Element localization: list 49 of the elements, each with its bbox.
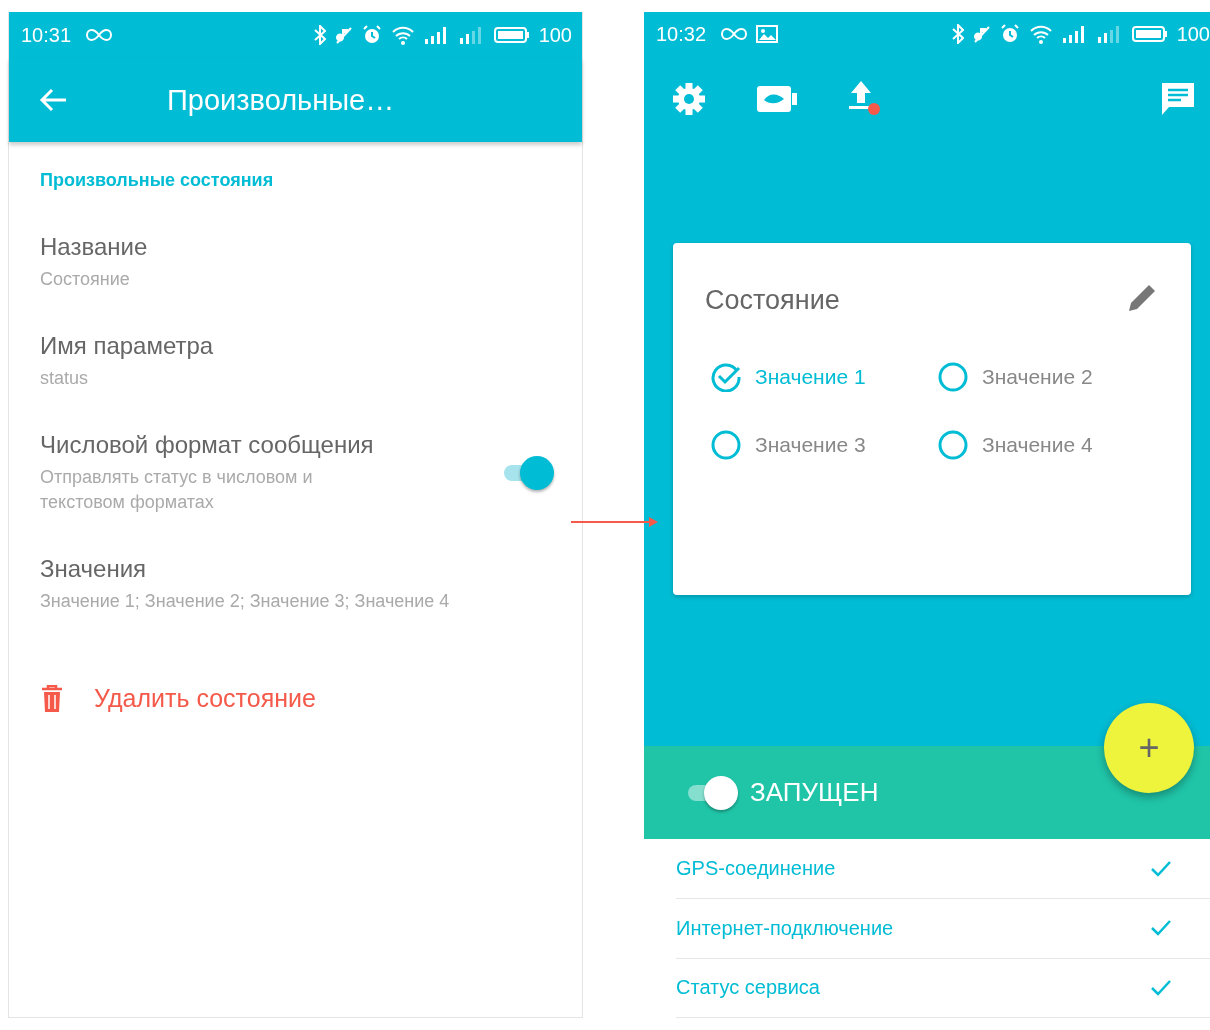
setting-title: Числовой формат сообщения <box>40 431 375 459</box>
bluetooth-icon <box>313 25 326 45</box>
service-status: ЗАПУЩЕН <box>750 777 879 809</box>
check-label: GPS-соединение <box>676 857 836 881</box>
option-label[interactable]: Значение 1 <box>755 364 866 389</box>
setting-title: Значения <box>40 555 148 583</box>
bluetooth-icon <box>951 24 964 45</box>
check-label: Интернет-подключение <box>676 916 894 940</box>
option-label[interactable]: Значение 2 <box>982 364 1093 389</box>
radio-button[interactable] <box>938 361 968 392</box>
battery-level: 100 <box>538 23 572 47</box>
alarm-icon <box>361 25 382 45</box>
delete-link[interactable]: Удалить состояние <box>94 684 316 713</box>
upload-icon[interactable] <box>848 80 882 117</box>
section-header: Произвольные состояния <box>39 169 275 191</box>
radio-button[interactable] <box>711 429 741 460</box>
check-label: Статус сервиса <box>676 976 820 1000</box>
setting-summary: status <box>40 367 90 390</box>
image-icon <box>756 25 779 44</box>
screen-title: Произвольные… <box>167 83 395 117</box>
wifi-icon <box>390 25 415 45</box>
status-time: 10:31 <box>21 23 72 47</box>
toggle-switch[interactable] <box>686 774 738 811</box>
setting-summary: Значение 1; Значение 2; Значение 3; Значение 4 <box>40 590 451 613</box>
setting-title: Имя параметра <box>40 332 215 360</box>
check-circle-icon[interactable] <box>711 361 741 392</box>
infinity-icon <box>721 27 748 42</box>
back-arrow-icon[interactable] <box>39 88 67 112</box>
battery-leaf-icon[interactable] <box>756 83 798 114</box>
battery-icon <box>1131 25 1168 44</box>
option-label[interactable]: Значение 4 <box>982 432 1093 457</box>
setting-summary: Состояние <box>40 268 131 291</box>
infinity-icon <box>86 28 113 42</box>
battery-level: 100 <box>1176 22 1210 46</box>
setting-summary: Отправлять статус в числовом и текстовом форматах <box>40 466 314 514</box>
wifi-icon <box>1028 24 1053 45</box>
battery-icon <box>493 26 530 44</box>
trash-icon[interactable] <box>40 684 64 713</box>
status-time: 10:32 <box>656 22 707 46</box>
settings-icon[interactable] <box>672 81 706 116</box>
option-label[interactable]: Значение 3 <box>755 432 866 457</box>
message-icon[interactable] <box>1160 80 1196 117</box>
alarm-icon <box>999 24 1020 45</box>
mute-icon <box>972 24 991 45</box>
setting-title: Название <box>40 233 149 261</box>
toggle-switch[interactable] <box>502 455 554 491</box>
radio-button[interactable] <box>938 429 968 460</box>
card-title: Состояние <box>705 284 840 316</box>
mute-icon <box>334 25 353 45</box>
